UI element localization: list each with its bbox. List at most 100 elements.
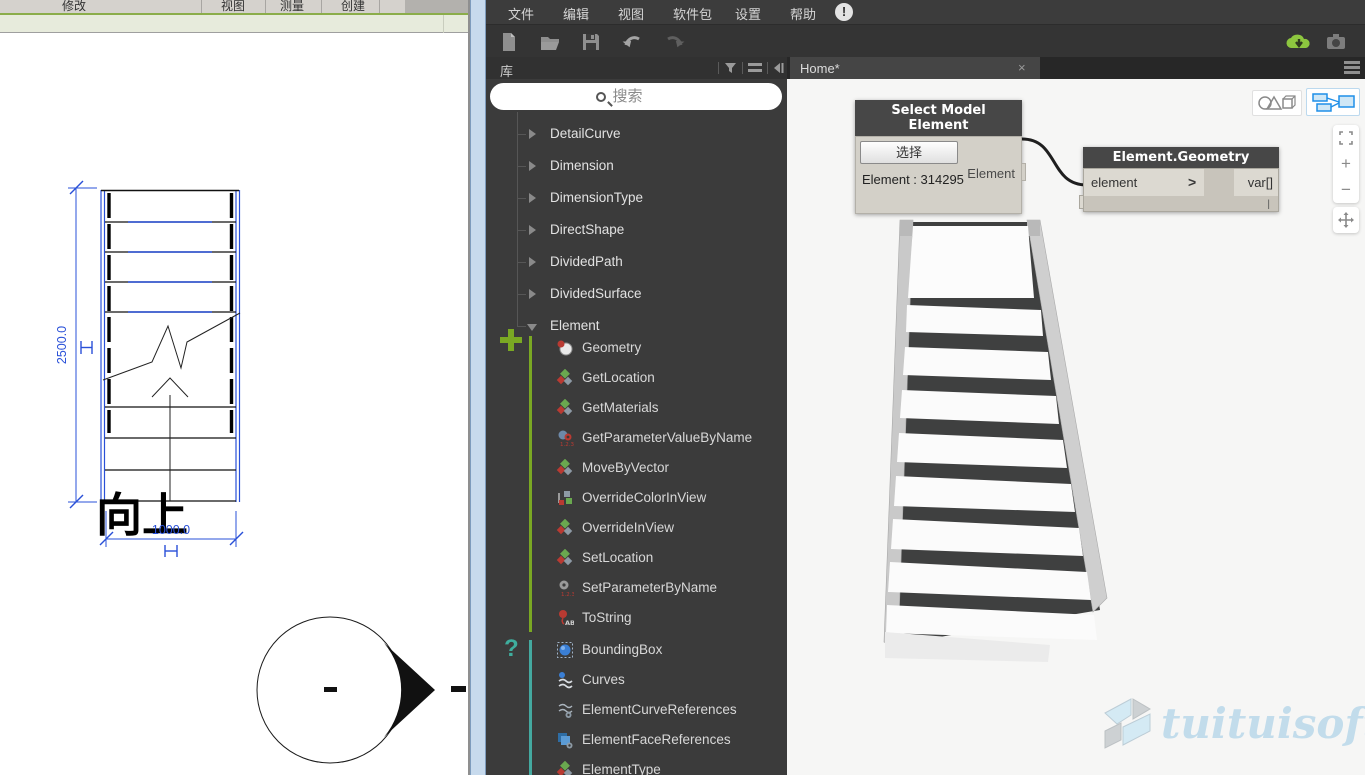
node-title[interactable]: Element.Geometry: [1083, 147, 1279, 168]
open-file-icon[interactable]: [539, 31, 561, 53]
list-view-icon[interactable]: [748, 62, 762, 74]
section-marker[interactable]: [257, 617, 466, 763]
geometry-icon: [556, 339, 573, 356]
zoom-in-button[interactable]: +: [1333, 151, 1359, 177]
lib-node-curves[interactable]: Curves: [486, 670, 786, 690]
lib-node-setparameterbyname[interactable]: 1.2.3 SetParameterByName: [486, 578, 786, 598]
collapse-panel-icon[interactable]: [772, 62, 784, 74]
chevron-right-icon: [528, 129, 537, 139]
tab-close-icon[interactable]: ×: [1018, 60, 1026, 75]
ribbon-tab-view[interactable]: 视图: [221, 0, 245, 14]
lib-node-getparametervaluebyname[interactable]: 1.2.3 GetParameterValueByName: [486, 428, 786, 448]
lib-node-boundingbox[interactable]: BoundingBox: [486, 640, 786, 660]
library-header: 库: [486, 57, 787, 79]
menu-settings[interactable]: 设置: [735, 4, 761, 23]
chevron-right-icon: [528, 257, 537, 267]
color-squares-icon: [556, 489, 573, 506]
tab-separator: [265, 0, 266, 13]
lib-node-getmaterials[interactable]: GetMaterials: [486, 398, 786, 418]
menu-file[interactable]: 文件: [508, 4, 534, 23]
workspace-canvas[interactable]: Select Model Element 选择 Element Element …: [787, 79, 1365, 775]
geometry-view-toggle[interactable]: [1252, 90, 1302, 116]
dynamo-window-border: [470, 0, 486, 775]
tab-home[interactable]: Home* ×: [790, 57, 1040, 79]
pan-button[interactable]: [1333, 207, 1359, 233]
stair-plan[interactable]: 向上: [96, 190, 240, 542]
menu-help[interactable]: 帮助: [790, 4, 816, 23]
revit-option-bar: [0, 15, 470, 33]
search-icon: [596, 92, 606, 102]
lib-node-getlocation[interactable]: GetLocation: [486, 368, 786, 388]
graph-view-icon: [1307, 89, 1359, 115]
ribbon-tab-modify[interactable]: 修改: [62, 0, 86, 14]
ribbon-contextual-block: [405, 0, 470, 13]
watermark: tuituisoft.com: [1103, 695, 1363, 767]
lib-category-dividedsurface[interactable]: DividedSurface: [486, 284, 786, 304]
lib-category-dividedpath[interactable]: DividedPath: [486, 252, 786, 272]
element-action-icon: [556, 459, 573, 476]
new-file-icon[interactable]: [498, 31, 520, 53]
element-action-icon: [556, 549, 573, 566]
lib-node-elementtype[interactable]: ElementType: [486, 760, 786, 775]
revit-drawing-area[interactable]: 向上 2500.0 1000.0: [0, 33, 470, 775]
curves-icon: [556, 671, 574, 689]
workspace-menu-icon[interactable]: [1344, 61, 1360, 74]
search-input[interactable]: [613, 88, 677, 105]
output-port-notch[interactable]: [1021, 163, 1026, 181]
svg-text:AB: AB: [565, 619, 574, 627]
lib-node-overridecolorinview[interactable]: OverrideColorInView: [486, 488, 786, 508]
lib-category-dimensiontype[interactable]: DimensionType: [486, 188, 786, 208]
menu-edit[interactable]: 编辑: [563, 4, 589, 23]
chevron-down-icon: [527, 323, 537, 332]
menu-view[interactable]: 视图: [618, 4, 644, 23]
lib-category-element[interactable]: Element: [486, 316, 786, 336]
fit-view-icon: [1339, 131, 1353, 145]
lib-node-overrideinview[interactable]: OverrideInView: [486, 518, 786, 538]
lib-node-movebyvector[interactable]: MoveByVector: [486, 458, 786, 478]
menu-packages[interactable]: 软件包: [673, 4, 712, 23]
dimension-vertical[interactable]: 2500.0: [55, 181, 97, 508]
dynamo-toolbar: [486, 24, 1365, 57]
revit-ribbon-tabs: 修改 视图 测量 创建: [0, 0, 470, 13]
lib-node-geometry[interactable]: Geometry: [486, 338, 786, 358]
package-cloud-icon[interactable]: [1283, 31, 1315, 53]
tuituisoft-logo: [1103, 695, 1159, 755]
node-element-geometry[interactable]: Element.Geometry element > var[] |: [1083, 147, 1279, 212]
lib-node-elementfacereferences[interactable]: ElementFaceReferences: [486, 730, 786, 750]
save-icon[interactable]: [580, 31, 602, 53]
undo-icon[interactable]: [622, 31, 644, 53]
filter-icon[interactable]: [724, 62, 737, 74]
lib-node-elementcurvereferences[interactable]: ElementCurveReferences: [486, 700, 786, 720]
lib-category-dimension[interactable]: Dimension: [486, 156, 786, 176]
fit-view-button[interactable]: [1333, 125, 1359, 151]
ribbon-tab-create[interactable]: 创建: [341, 0, 365, 14]
camera-icon[interactable]: [1325, 31, 1347, 53]
lib-category-detailcurve[interactable]: DetailCurve: [486, 124, 786, 144]
chevron-right-icon: [528, 193, 537, 203]
library-search[interactable]: [490, 83, 782, 110]
ribbon-tab-measure[interactable]: 测量: [280, 0, 304, 14]
redo-icon[interactable]: [663, 31, 685, 53]
dynamo-body: DetailCurve Dimension DimensionType Dire…: [486, 79, 1365, 775]
select-button[interactable]: 选择: [860, 141, 958, 164]
chevron-right-icon: [528, 225, 537, 235]
node-title[interactable]: Select Model Element: [855, 100, 1022, 136]
tab-separator: [201, 0, 202, 13]
zoom-out-button[interactable]: −: [1333, 177, 1359, 203]
notification-icon[interactable]: !: [835, 3, 853, 21]
zoom-controls: + −: [1333, 125, 1359, 203]
lib-category-directshape[interactable]: DirectShape: [486, 220, 786, 240]
lib-node-setlocation[interactable]: SetLocation: [486, 548, 786, 568]
output-port-var[interactable]: var[]: [1234, 169, 1278, 196]
dynamo-menubar: 文件 编辑 视图 软件包 设置 帮助 !: [486, 0, 1365, 24]
revit-window: 修改 视图 测量 创建: [0, 0, 470, 775]
curve-references-icon: [556, 701, 574, 719]
node-select-model-element[interactable]: Select Model Element 选择 Element Element …: [855, 100, 1022, 214]
lacing-indicator: |: [1267, 199, 1270, 210]
lib-node-tostring[interactable]: AB ToString: [486, 608, 786, 628]
input-port-element[interactable]: element: [1084, 169, 1204, 196]
graph-view-toggle[interactable]: [1306, 88, 1360, 116]
geometry-view-icon: [1253, 91, 1301, 115]
output-port-element[interactable]: Element: [967, 166, 1015, 181]
input-port-notch[interactable]: [1079, 195, 1084, 209]
